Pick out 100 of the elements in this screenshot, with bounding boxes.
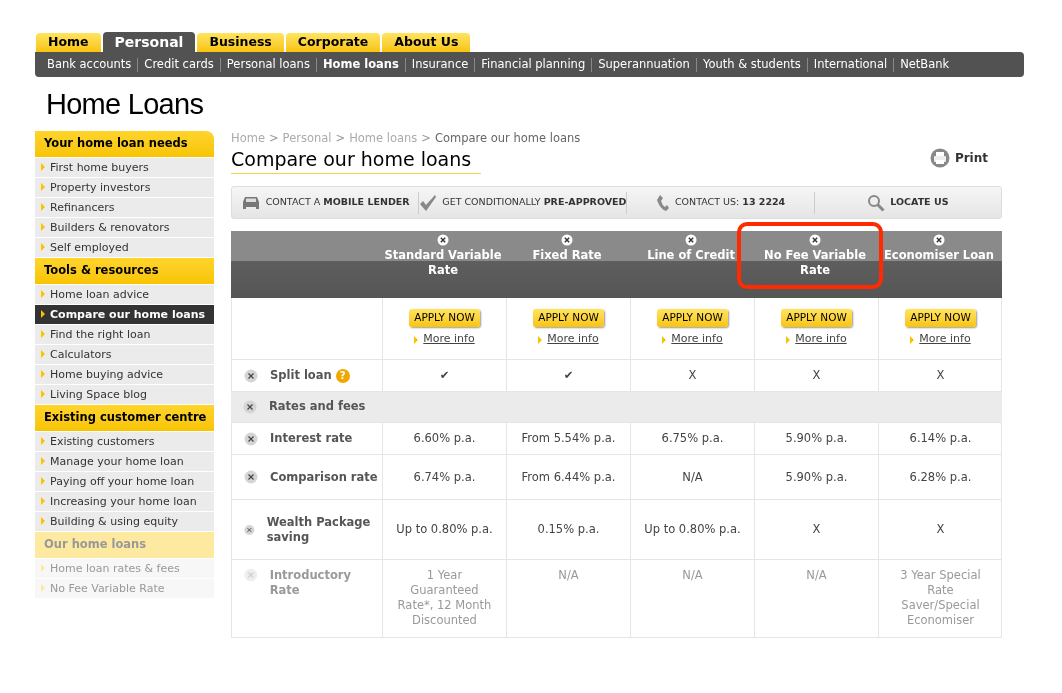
arrow-icon [41,497,45,505]
arrow-icon [41,223,45,231]
arrow-icon [662,335,667,344]
apply-now-button[interactable]: APPLY NOW [533,309,604,328]
table-cell-text: 1 Year Guaranteed Rate*, 12 Month Discounted [396,568,493,628]
nav-tab[interactable]: Personal [102,32,196,52]
sidebar-item[interactable]: Find the right loan [35,325,214,344]
sidebar-item[interactable]: Refinancers [35,198,214,217]
table-cell: X [812,522,821,537]
apply-now-button[interactable]: APPLY NOW [781,309,852,328]
breadcrumb-link[interactable]: Compare our home loans [434,130,581,148]
more-info-link[interactable]: More info [423,331,475,348]
close-icon[interactable] [809,234,821,246]
table-cell: Up to 0.80% p.a. [396,522,493,537]
more-info-link[interactable]: More info [547,331,599,348]
sidebar-item[interactable]: Property investors [35,178,214,197]
sidebar-item[interactable]: Living Space blog [35,385,214,404]
table-cell: N/A [682,469,703,485]
remove-row-icon[interactable] [244,431,258,446]
table-cell: N/A [558,568,579,583]
nav-tab[interactable]: Business [197,33,284,52]
table-cell: ✔ [439,368,450,383]
sidebar-heading: Existing customer centre [35,405,214,431]
sidebar-item[interactable]: First home buyers [35,158,214,177]
sidebar-item[interactable]: Compare our home loans [35,305,214,324]
close-icon[interactable] [437,234,449,246]
breadcrumb-separator: > [421,130,431,148]
sidebar-item[interactable]: Calculators [35,345,214,364]
nav-link[interactable]: NetBank [894,55,956,74]
remove-row-icon[interactable] [244,368,258,383]
toolbar-link[interactable]: CONTACT A MOBILE LENDER [232,194,419,211]
row-label: Introductory Rate [269,568,352,598]
arrow-icon [41,584,45,592]
arrow-icon [41,243,45,251]
sidebar-item[interactable]: Increasing your home loan [35,492,214,511]
row-label: Split loan [270,368,332,383]
nav-link[interactable]: Home loans [316,55,405,74]
row-label: Interest rate [270,431,353,446]
toolbar-link[interactable]: CONTACT US: 13 2224 [627,193,814,212]
arrow-icon [414,335,419,344]
table-cell: N/A [806,568,827,583]
table-cell: X [936,368,945,383]
page-title: Home Loans [45,87,205,122]
close-icon[interactable] [685,234,697,246]
phone-icon [656,193,670,212]
toolbar-link[interactable]: LOCATE US [814,193,1001,212]
nav-link[interactable]: Personal loans [220,55,316,74]
apply-now-button[interactable]: APPLY NOW [409,309,480,328]
nav-link[interactable]: Superannuation [592,55,696,74]
group-label: Rates and fees [269,398,366,416]
close-icon[interactable] [561,234,573,246]
table-cell: 6.60% p.a. [413,431,476,446]
nav-link[interactable]: International [807,55,894,74]
arrow-icon [41,437,45,445]
sidebar-heading: Our home loans [35,532,214,558]
nav-link[interactable]: Bank accounts [41,55,138,74]
nav-link[interactable]: Credit cards [138,55,220,74]
sidebar-item[interactable]: Home loan advice [35,285,214,304]
car-icon [240,194,261,211]
sidebar-item[interactable]: Manage your home loan [35,452,214,471]
arrow-icon [41,370,45,378]
arrow-icon [538,335,543,344]
arrow-icon [41,290,45,298]
sidebar-item[interactable]: Paying off your home loan [35,472,214,491]
sidebar-item[interactable]: Building & using equity [35,512,214,531]
breadcrumb-separator: > [268,130,279,148]
row-label: Comparison rate [270,469,378,485]
table-cell: 6.28% p.a. [909,469,972,485]
nav-tab[interactable]: About Us [382,33,471,52]
sidebar-item[interactable]: Builders & renovators [35,218,214,237]
arrow-icon [41,310,45,318]
printer-icon [929,148,950,168]
more-info-link[interactable]: More info [795,331,847,348]
column-title: Fixed Rate [531,248,603,263]
print-link[interactable]: Print [929,148,988,168]
nav-tab[interactable]: Corporate [285,33,381,52]
remove-row-icon[interactable] [243,400,257,414]
sidebar-item[interactable]: Existing customers [35,432,214,451]
nav-tab[interactable]: Home [36,33,101,52]
close-icon[interactable] [933,234,945,246]
column-title: Economiser Loan [882,248,996,263]
arrow-icon [41,477,45,485]
arrow-icon [41,457,45,465]
table-cell: 0.15% p.a. [537,522,600,537]
toolbar-link[interactable]: GET CONDITIONALLY PRE-APPROVED [419,194,627,211]
more-info-link[interactable]: More info [671,331,723,348]
table-cell: X [688,368,697,383]
nav-link[interactable]: Financial planning [475,55,592,74]
table-cell: 6.75% p.a. [661,431,724,446]
sidebar-item[interactable]: Home buying advice [35,365,214,384]
arrow-icon [41,163,45,171]
sidebar-item[interactable]: Self employed [35,238,214,257]
more-info-link[interactable]: More info [919,331,971,348]
apply-now-button[interactable]: APPLY NOW [657,309,728,328]
apply-now-button[interactable]: APPLY NOW [905,309,976,328]
remove-row-icon[interactable] [244,470,258,484]
nav-link[interactable]: Insurance [405,55,475,74]
nav-link[interactable]: Youth & students [696,55,807,74]
table-cell: From 6.44% p.a. [521,469,616,485]
table-cell: From 5.54% p.a. [521,431,616,446]
